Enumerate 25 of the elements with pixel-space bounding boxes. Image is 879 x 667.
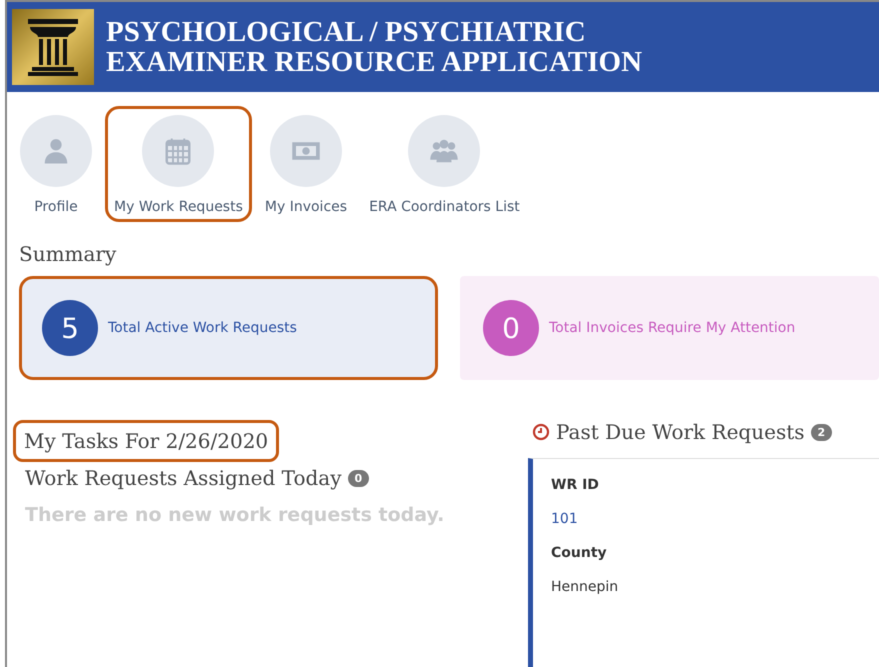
work-request-link[interactable]: 101: [551, 511, 578, 527]
count-circle: 0: [483, 300, 539, 356]
count-badge: 0: [348, 470, 370, 486]
field-label: WR ID: [551, 477, 600, 493]
field-value: Hennepin: [551, 579, 618, 595]
summary-card[interactable]: 0 Total Invoices Require My Attention: [460, 276, 879, 380]
count-circle: 5: [42, 300, 98, 356]
card-label: Total Invoices Require My Attention: [549, 320, 796, 336]
nav-item[interactable]: ERA Coordinators List: [360, 106, 529, 222]
summary-card[interactable]: 5 Total Active Work Requests: [19, 276, 438, 380]
nav-item[interactable]: My Invoices: [256, 106, 356, 222]
nav-item[interactable]: Profile: [11, 106, 101, 222]
clock-icon: [532, 423, 550, 441]
nav-item[interactable]: My Work Requests: [105, 106, 252, 222]
card-label: Total Active Work Requests: [108, 320, 297, 336]
field-label: County: [551, 545, 608, 561]
app-title: EXAMINER RESOURCE APPLICATION: [106, 47, 642, 77]
count-badge: 2: [810, 424, 832, 440]
pillar-logo-icon: [12, 9, 94, 85]
tasks-heading: My Tasks For 2/26/2020: [13, 420, 280, 462]
app-title: PSYCHOLOGICAL / PSYCHIATRIC: [106, 17, 587, 47]
calendar-icon: [163, 136, 194, 166]
section-heading: Work Requests Assigned Today: [25, 466, 342, 490]
section-heading: Past Due Work Requests: [556, 420, 805, 444]
section-heading: Summary: [19, 242, 118, 266]
